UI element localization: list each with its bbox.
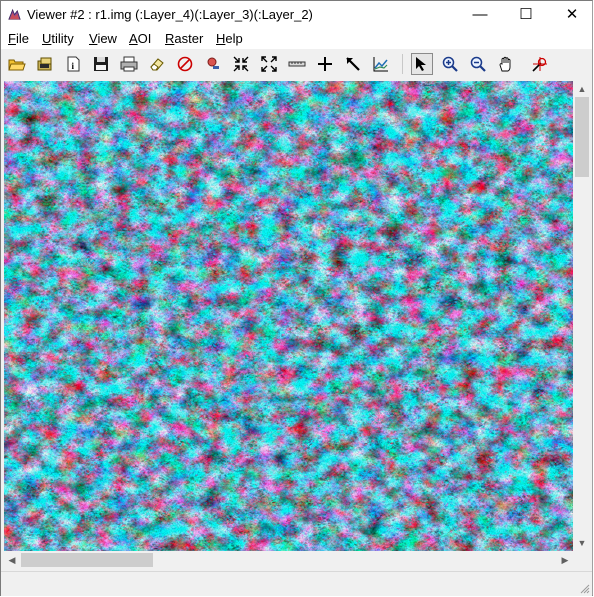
menu-file-mnemonic: F (8, 31, 16, 46)
menu-raster-mnemonic: R (165, 31, 175, 46)
pan-hand-icon[interactable] (495, 53, 517, 75)
minimize-button[interactable]: — (457, 1, 503, 29)
menu-utility[interactable]: Utility (42, 30, 74, 48)
menu-help-label: elp (225, 31, 243, 46)
fit-outward-icon[interactable] (258, 53, 280, 75)
viewer-window: Viewer #2 : r1.img (:Layer_4)(:Layer_3)(… (0, 0, 593, 596)
crosshair-icon[interactable] (314, 53, 336, 75)
menu-aoi[interactable]: AOI (129, 30, 151, 48)
vertical-scrollbar[interactable]: ▲ ▼ (573, 81, 591, 551)
zoom-in-icon[interactable] (439, 53, 461, 75)
inquire-cursor-icon[interactable] (529, 53, 551, 75)
info-icon[interactable]: i (62, 53, 84, 75)
scroll-right-button[interactable]: ▶ (557, 551, 573, 569)
window-title: Viewer #2 : r1.img (:Layer_4)(:Layer_3)(… (27, 7, 313, 22)
menu-file[interactable]: File (8, 30, 29, 48)
measure-icon[interactable] (286, 53, 308, 75)
close-button[interactable]: ✕ (549, 1, 594, 29)
menu-raster-label: aster (174, 31, 204, 46)
scroll-down-button[interactable]: ▼ (573, 535, 591, 551)
menu-help-mnemonic: H (216, 31, 226, 46)
fit-inward-icon[interactable] (230, 53, 252, 75)
menu-raster[interactable]: Raster (165, 30, 203, 48)
toolbar: i (1, 50, 592, 78)
image-viewport[interactable] (4, 81, 573, 551)
status-bar (1, 571, 592, 596)
menu-file-label: ile (15, 31, 29, 46)
target-icon[interactable] (174, 53, 196, 75)
horizontal-scroll-thumb[interactable] (21, 553, 153, 567)
eraser-icon[interactable] (146, 53, 168, 75)
resize-grip-icon[interactable] (580, 584, 590, 594)
title-bar[interactable]: Viewer #2 : r1.img (:Layer_4)(:Layer_3)(… (1, 1, 592, 29)
select-pointer-icon[interactable] (411, 53, 433, 75)
horizontal-scrollbar[interactable]: ◀ ▶ (4, 551, 573, 569)
zoom-out-icon[interactable] (467, 53, 489, 75)
inquire-icon[interactable] (202, 53, 224, 75)
toolbar-separator (402, 54, 403, 74)
arrow-tool-icon[interactable] (342, 53, 364, 75)
menu-aoi-mnemonic: A (129, 31, 138, 46)
save-icon[interactable] (90, 53, 112, 75)
print-icon[interactable] (118, 53, 140, 75)
spectral-profile-icon[interactable] (370, 53, 392, 75)
vertical-scroll-thumb[interactable] (575, 97, 589, 177)
scroll-left-button[interactable]: ◀ (4, 551, 20, 569)
maximize-button[interactable]: ☐ (503, 1, 549, 29)
app-icon (8, 8, 21, 20)
open-multi-icon[interactable] (34, 53, 56, 75)
menu-utility-mnemonic: U (42, 31, 52, 46)
menu-utility-label: tility (51, 31, 74, 46)
satellite-image[interactable] (4, 81, 573, 551)
menu-view-label: iew (97, 31, 117, 46)
menu-bar: File Utility View AOI Raster Help (1, 29, 592, 49)
scroll-up-button[interactable]: ▲ (573, 81, 591, 97)
open-folder-icon[interactable] (6, 53, 28, 75)
menu-help[interactable]: Help (216, 30, 243, 48)
menu-view[interactable]: View (89, 30, 117, 48)
menu-aoi-label: OI (137, 31, 152, 46)
